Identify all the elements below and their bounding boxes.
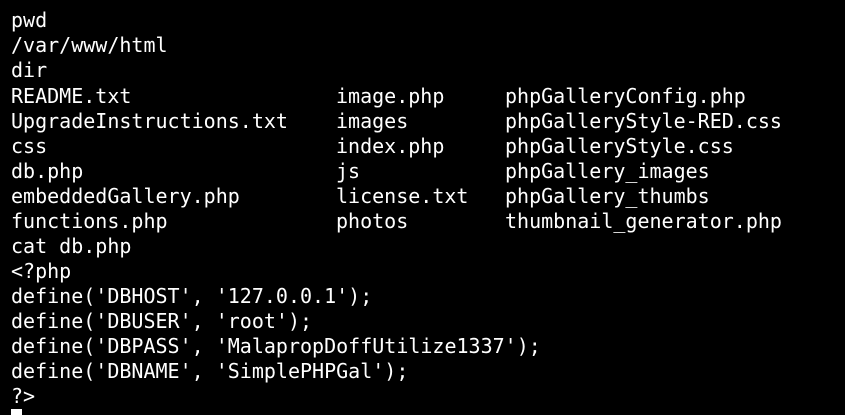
listing-row: functions.php photos thumbnail_generator… [11,209,782,234]
listing-file: phpGalleryStyle-RED.css [505,109,782,133]
listing-file: phpGalleryStyle.css [505,134,734,158]
listing-file: README.txt [11,84,132,108]
terminal-line-dbname: define('DBNAME', 'SimplePHPGal'); [11,359,409,383]
terminal-line-dir: dir [11,58,48,82]
listing-file: db.php [11,159,84,183]
listing-file: license.txt [336,184,469,208]
listing-file: js [336,159,361,183]
listing-file: image.php [336,84,445,108]
listing-file: embeddedGallery.php [11,184,240,208]
terminal-line-pwd: pwd [11,8,48,32]
listing-file: functions.php [11,209,168,233]
terminal-line-dbpass: define('DBPASS', 'MalapropDoffUtilize133… [11,334,541,358]
terminal-line-php-open: <?php [11,259,72,283]
listing-row: embeddedGallery.php license.txt phpGalle… [11,184,710,209]
terminal-line-php-close: ?> [11,384,36,408]
listing-row: css index.php phpGalleryStyle.css [11,134,734,159]
listing-file: photos [336,209,409,233]
listing-file: images [336,109,409,133]
terminal-window[interactable]: pwd /var/www/html dir README.txt image.p… [0,0,845,415]
terminal-line-path: /var/www/html [11,33,168,57]
terminal-line-cat: cat db.php [11,234,132,258]
listing-file: phpGallery_thumbs [505,184,710,208]
terminal-line-dbuser: define('DBUSER', 'root'); [11,309,313,333]
listing-row: UpgradeInstructions.txt images phpGaller… [11,109,782,134]
listing-file: UpgradeInstructions.txt [11,109,288,133]
listing-file: css [11,134,48,158]
listing-file: index.php [336,134,445,158]
listing-file: thumbnail_generator.php [505,209,782,233]
terminal-cursor [11,409,22,415]
listing-file: phpGalleryConfig.php [505,84,746,108]
listing-file: phpGallery_images [505,159,710,183]
terminal-line-dbhost: define('DBHOST', '127.0.0.1'); [11,284,373,308]
listing-row: db.php js phpGallery_images [11,159,710,184]
listing-row: README.txt image.php phpGalleryConfig.ph… [11,84,746,109]
